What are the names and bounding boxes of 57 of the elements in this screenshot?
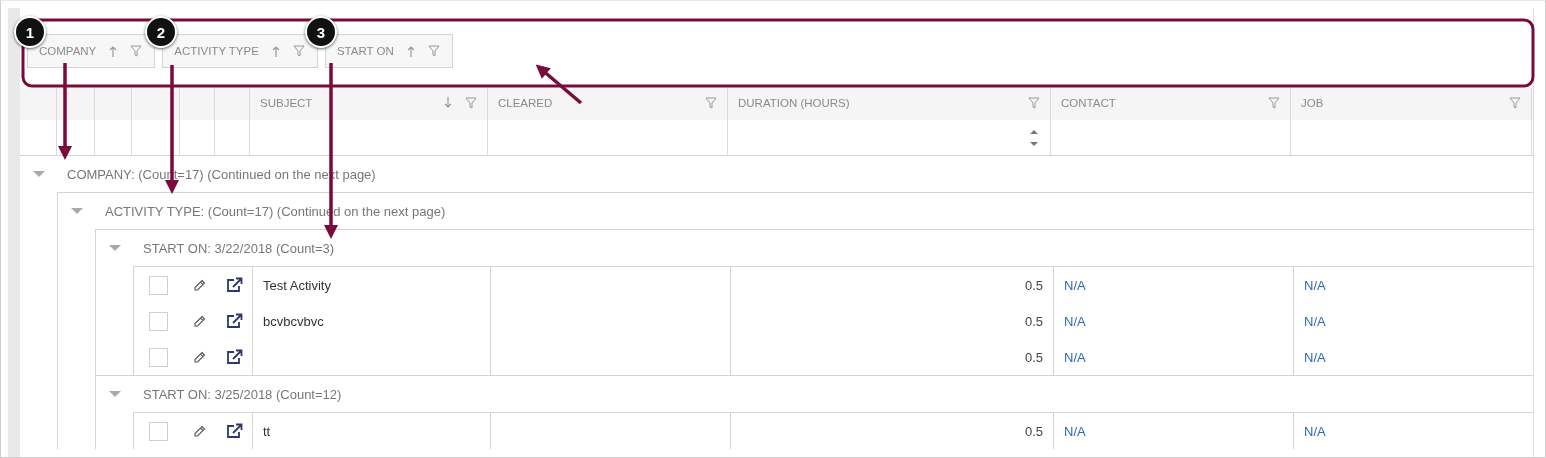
group-chip[interactable]: START ON — [324, 34, 453, 68]
external-link-icon[interactable] — [226, 313, 243, 329]
job-link[interactable]: N/A — [1304, 277, 1326, 293]
edit-pencil-icon[interactable] — [193, 424, 206, 438]
row-checkbox[interactable] — [148, 421, 168, 441]
group-chip-label: COMPANY — [39, 45, 97, 57]
callout-number-badge: 2 — [145, 16, 177, 48]
row-checkbox[interactable] — [148, 347, 168, 367]
filter-icon[interactable] — [465, 97, 477, 109]
external-link-icon[interactable] — [226, 349, 243, 365]
filter-icon[interactable] — [427, 45, 440, 57]
filter-icon[interactable] — [292, 45, 305, 57]
table-cell: bcvbcvbvc — [263, 313, 324, 329]
job-link[interactable]: N/A — [1304, 423, 1326, 439]
callout-number-badge: 3 — [305, 16, 337, 48]
group-row-label: START ON: 3/22/2018 (Count=3) — [143, 240, 335, 256]
collapse-toggle-icon[interactable] — [71, 207, 83, 215]
column-header[interactable]: DURATION (HOURS) — [738, 97, 1016, 109]
sort-arrow-icon[interactable] — [405, 44, 416, 58]
contact-link[interactable]: N/A — [1064, 313, 1086, 329]
row-checkbox[interactable] — [148, 311, 168, 331]
contact-link[interactable]: N/A — [1064, 349, 1086, 365]
group-chip-label: START ON — [336, 45, 394, 57]
filter-icon[interactable] — [130, 45, 143, 57]
contact-link[interactable]: N/A — [1064, 423, 1086, 439]
filter-icon[interactable] — [705, 97, 717, 109]
job-link[interactable]: N/A — [1304, 349, 1326, 365]
table-cell: Test Activity — [263, 277, 331, 293]
sort-arrow-icon[interactable] — [108, 44, 119, 58]
spinner-icon[interactable] — [1030, 127, 1038, 148]
filter-icon[interactable] — [1268, 97, 1280, 109]
table-cell: tt — [263, 423, 271, 439]
collapse-toggle-icon[interactable] — [109, 390, 121, 398]
filter-icon[interactable] — [1028, 97, 1040, 109]
job-link[interactable]: N/A — [1304, 313, 1326, 329]
contact-link[interactable]: N/A — [1064, 277, 1086, 293]
group-row-label: START ON: 3/25/2018 (Count=12) — [143, 386, 342, 402]
edit-pencil-icon[interactable] — [193, 350, 206, 364]
table-cell: 0.5 — [1024, 313, 1043, 329]
table-cell: 0.5 — [1024, 423, 1043, 439]
column-header[interactable]: CLEARED — [498, 97, 693, 109]
external-link-icon[interactable] — [226, 277, 243, 293]
collapse-toggle-icon[interactable] — [109, 244, 121, 252]
column-header[interactable]: CONTACT — [1061, 97, 1256, 109]
row-checkbox[interactable] — [148, 275, 168, 295]
sort-arrow-icon[interactable] — [270, 44, 281, 58]
column-header[interactable]: SUBJECT — [260, 97, 431, 109]
sort-arrow-icon[interactable] — [443, 97, 453, 110]
edit-pencil-icon[interactable] — [193, 314, 206, 328]
collapse-toggle-icon[interactable] — [33, 170, 45, 178]
table-cell: 0.5 — [1024, 277, 1043, 293]
external-link-icon[interactable] — [226, 423, 243, 439]
table-cell: 0.5 — [1024, 349, 1043, 365]
column-header[interactable]: JOB — [1301, 97, 1497, 109]
filter-icon[interactable] — [1509, 97, 1521, 109]
group-chip-label: ACTIVITY TYPE — [174, 45, 259, 57]
edit-pencil-icon[interactable] — [193, 278, 206, 292]
